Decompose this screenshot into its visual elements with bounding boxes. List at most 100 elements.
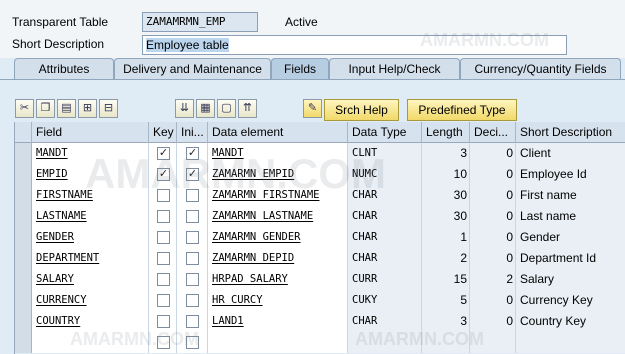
data-element-cell[interactable]: HR_CURCY bbox=[208, 290, 348, 311]
row-selector[interactable] bbox=[15, 227, 32, 248]
table-row[interactable]: CURRENCY HR_CURCY CUKY 5 0 Currency Key bbox=[15, 290, 625, 311]
col-header-data-type[interactable]: Data Type bbox=[348, 122, 422, 143]
short-description-cell: Employee Id bbox=[516, 164, 625, 185]
row-selector[interactable] bbox=[15, 311, 32, 332]
key-checkbox[interactable] bbox=[157, 294, 170, 307]
key-checkbox[interactable] bbox=[157, 336, 170, 349]
initial-values-checkbox[interactable] bbox=[186, 252, 199, 265]
move-up-icon[interactable]: ⇈ bbox=[238, 99, 257, 118]
field-name-cell[interactable]: GENDER bbox=[32, 227, 149, 248]
key-checkbox[interactable]: ✓ bbox=[157, 168, 170, 181]
initial-values-checkbox[interactable] bbox=[186, 273, 199, 286]
key-checkbox[interactable] bbox=[157, 210, 170, 223]
data-element-cell[interactable]: ZAMARMN_DEPID bbox=[208, 248, 348, 269]
field-name-cell[interactable]: MANDT bbox=[32, 143, 149, 164]
data-element-cell[interactable]: MANDT bbox=[208, 143, 348, 164]
table-row[interactable]: EMPID ✓ ✓ ZAMARMN_EMPID NUMC 10 0 Employee Id bbox=[15, 164, 625, 185]
tab-attributes[interactable]: Attributes bbox=[14, 58, 114, 80]
col-header-key[interactable]: Key bbox=[149, 122, 177, 143]
initial-cell bbox=[177, 206, 208, 227]
data-element-cell[interactable]: ZAMARMN_GENDER bbox=[208, 227, 348, 248]
initial-cell bbox=[177, 227, 208, 248]
initial-values-checkbox[interactable] bbox=[186, 231, 199, 244]
data-element-cell[interactable]: ZAMARMN_FIRSTNAME bbox=[208, 185, 348, 206]
initial-values-checkbox[interactable]: ✓ bbox=[186, 147, 199, 160]
field-name-cell[interactable]: EMPID bbox=[32, 164, 149, 185]
initial-values-checkbox[interactable] bbox=[186, 210, 199, 223]
col-header-short-description[interactable]: Short Description bbox=[516, 122, 625, 143]
data-element-cell[interactable] bbox=[208, 332, 348, 353]
tab-input-help-check[interactable]: Input Help/Check bbox=[329, 58, 460, 80]
row-selector[interactable] bbox=[15, 206, 32, 227]
data-type-cell: CURR bbox=[348, 269, 422, 290]
key-checkbox[interactable]: ✓ bbox=[157, 147, 170, 160]
cut-icon[interactable]: ✂ bbox=[15, 99, 34, 118]
key-checkbox[interactable] bbox=[157, 273, 170, 286]
row-selector[interactable] bbox=[15, 164, 32, 185]
table-row[interactable]: MANDT ✓ ✓ MANDT CLNT 3 0 Client bbox=[15, 143, 625, 164]
header-area: Transparent Table ZAMAMRMN_EMP Active Sh… bbox=[0, 0, 625, 58]
field-name-cell[interactable]: CURRENCY bbox=[32, 290, 149, 311]
col-header-field[interactable]: Field bbox=[32, 122, 149, 143]
table-row[interactable]: DEPARTMENT ZAMARMN_DEPID CHAR 2 0 Department … bbox=[15, 248, 625, 269]
length-cell: 15 bbox=[422, 269, 470, 290]
data-element-cell[interactable]: ZAMARMN_LASTNAME bbox=[208, 206, 348, 227]
row-selector[interactable] bbox=[15, 332, 32, 353]
field-name-cell[interactable]: FIRSTNAME bbox=[32, 185, 149, 206]
initial-values-checkbox[interactable] bbox=[186, 336, 199, 349]
data-element-icon[interactable]: ✎ bbox=[303, 99, 322, 118]
initial-values-checkbox[interactable] bbox=[186, 315, 199, 328]
field-name-cell[interactable] bbox=[32, 332, 149, 353]
key-cell: ✓ bbox=[149, 143, 177, 164]
row-selector[interactable] bbox=[15, 248, 32, 269]
col-header-data-element[interactable]: Data element bbox=[208, 122, 348, 143]
initial-values-checkbox[interactable] bbox=[186, 189, 199, 202]
data-type-cell: CLNT bbox=[348, 143, 422, 164]
data-element-cell[interactable]: HRPAD_SALARY bbox=[208, 269, 348, 290]
col-header-length[interactable]: Length bbox=[422, 122, 470, 143]
deselect-icon[interactable]: ▢ bbox=[217, 99, 236, 118]
table-row[interactable]: GENDER ZAMARMN_GENDER CHAR 1 0 Gender bbox=[15, 227, 625, 248]
field-name-cell[interactable]: SALARY bbox=[32, 269, 149, 290]
table-row[interactable]: COUNTRY LAND1 CHAR 3 0 Country Key bbox=[15, 311, 625, 332]
row-selector[interactable] bbox=[15, 290, 32, 311]
row-selector[interactable] bbox=[15, 269, 32, 290]
copy-icon[interactable]: ❐ bbox=[36, 99, 55, 118]
col-header-decimals[interactable]: Deci... bbox=[470, 122, 516, 143]
row-selector[interactable] bbox=[15, 185, 32, 206]
key-checkbox[interactable] bbox=[157, 189, 170, 202]
table-name-field[interactable]: ZAMAMRMN_EMP bbox=[142, 12, 258, 32]
short-description-input[interactable]: Employee table bbox=[142, 35, 567, 55]
initial-values-checkbox[interactable]: ✓ bbox=[186, 168, 199, 181]
data-element-cell[interactable]: LAND1 bbox=[208, 311, 348, 332]
field-name-cell[interactable]: COUNTRY bbox=[32, 311, 149, 332]
short-description-cell: Gender bbox=[516, 227, 625, 248]
field-name-cell[interactable]: DEPARTMENT bbox=[32, 248, 149, 269]
paste-icon[interactable]: ▤ bbox=[57, 99, 76, 118]
table-label: Transparent Table bbox=[12, 15, 109, 29]
table-row[interactable]: LASTNAME ZAMARMN_LASTNAME CHAR 30 0 Last name bbox=[15, 206, 625, 227]
col-header-initial[interactable]: Ini... bbox=[177, 122, 208, 143]
tab-currency-quantity-fields[interactable]: Currency/Quantity Fields bbox=[460, 58, 621, 80]
delete-row-icon[interactable]: ⊟ bbox=[99, 99, 118, 118]
tab-delivery-maintenance[interactable]: Delivery and Maintenance bbox=[114, 58, 271, 80]
initial-cell bbox=[177, 290, 208, 311]
sort-icon[interactable]: ⇊ bbox=[175, 99, 194, 118]
key-checkbox[interactable] bbox=[157, 252, 170, 265]
select-all-icon[interactable]: ▦ bbox=[196, 99, 215, 118]
key-checkbox[interactable] bbox=[157, 315, 170, 328]
short-description-cell: Country Key bbox=[516, 311, 625, 332]
key-checkbox[interactable] bbox=[157, 231, 170, 244]
data-element-cell[interactable]: ZAMARMN_EMPID bbox=[208, 164, 348, 185]
predefined-type-button[interactable]: Predefined Type bbox=[407, 99, 517, 121]
field-name-cell[interactable]: LASTNAME bbox=[32, 206, 149, 227]
table-row[interactable] bbox=[15, 332, 625, 353]
insert-row-icon[interactable]: ⊞ bbox=[78, 99, 97, 118]
table-row[interactable]: SALARY HRPAD_SALARY CURR 15 2 Salary bbox=[15, 269, 625, 290]
initial-values-checkbox[interactable] bbox=[186, 294, 199, 307]
table-row[interactable]: FIRSTNAME ZAMARMN_FIRSTNAME CHAR 30 0 First n… bbox=[15, 185, 625, 206]
srch-help-button[interactable]: Srch Help bbox=[324, 99, 399, 121]
select-all-cell[interactable] bbox=[15, 122, 32, 143]
tab-fields[interactable]: Fields bbox=[271, 58, 329, 80]
row-selector[interactable] bbox=[15, 143, 32, 164]
